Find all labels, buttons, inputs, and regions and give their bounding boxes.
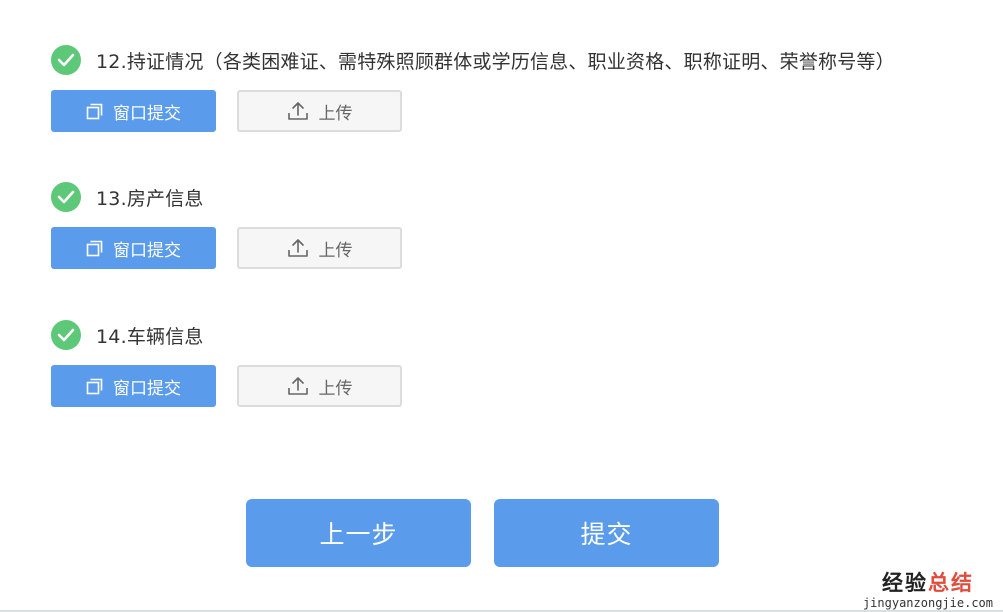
form-page: 12.持证情况（各类困难证、需特殊照顾群体或学历信息、职业资格、职称证明、荣誉称…: [0, 0, 1003, 612]
watermark-url: jingyanzongjie.com: [862, 596, 993, 610]
section-label: 12.持证情况（各类困难证、需特殊照顾群体或学历信息、职业资格、职称证明、荣誉称…: [96, 50, 895, 73]
window-submit-button[interactable]: 窗口提交: [51, 365, 216, 407]
copy-icon: [86, 378, 103, 394]
watermark-text-2: 总结: [927, 571, 974, 595]
section-label: 14.车辆信息: [96, 325, 204, 348]
copy-icon: [86, 103, 103, 119]
check-circle-icon: [51, 182, 81, 212]
section-title: 12.持证情况（各类困难证、需特殊照顾群体或学历信息、职业资格、职称证明、荣誉称…: [51, 44, 895, 76]
upload-label: 上传: [318, 240, 353, 261]
watermark: 经验总结 jingyanzongjie.com: [862, 573, 993, 610]
window-submit-button[interactable]: 窗口提交: [51, 90, 216, 132]
upload-icon: [287, 102, 308, 120]
submit-button[interactable]: 提交: [494, 499, 719, 567]
watermark-logo: 经验总结: [863, 573, 993, 594]
check-circle-icon: [51, 45, 81, 75]
section-label: 13.房产信息: [96, 187, 204, 210]
window-submit-label: 窗口提交: [113, 240, 181, 261]
window-submit-label: 窗口提交: [113, 103, 181, 124]
copy-icon: [86, 240, 103, 256]
check-circle-icon: [51, 320, 81, 350]
window-submit-label: 窗口提交: [113, 378, 181, 399]
window-submit-button[interactable]: 窗口提交: [51, 227, 216, 269]
prev-step-button[interactable]: 上一步: [246, 499, 471, 567]
upload-button[interactable]: 上传: [237, 365, 402, 407]
upload-icon: [287, 239, 308, 257]
upload-label: 上传: [318, 378, 353, 399]
upload-button[interactable]: 上传: [237, 227, 402, 269]
upload-icon: [287, 377, 308, 395]
upload-label: 上传: [318, 103, 353, 124]
section-title: 14.车辆信息: [51, 319, 204, 351]
watermark-text-1: 经验: [881, 571, 928, 595]
section-title: 13.房产信息: [51, 181, 204, 213]
upload-button[interactable]: 上传: [237, 90, 402, 132]
